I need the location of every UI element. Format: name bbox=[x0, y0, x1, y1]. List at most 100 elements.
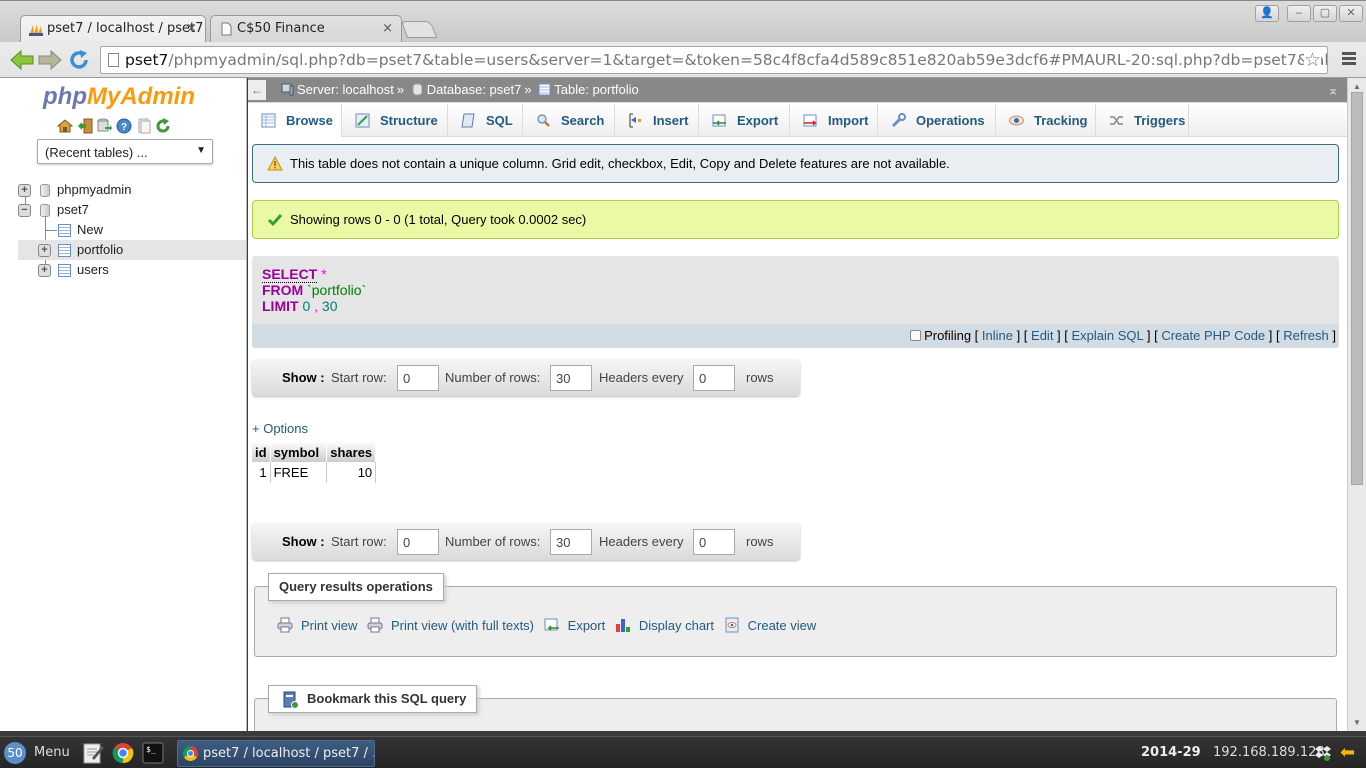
number-of-rows-input[interactable]: 30 bbox=[550, 365, 592, 391]
display-chart-link[interactable]: Display chart bbox=[615, 618, 714, 633]
tab-import[interactable]: Import bbox=[790, 104, 878, 137]
documentation-icon[interactable] bbox=[136, 118, 152, 134]
dropbox-icon[interactable] bbox=[1315, 745, 1331, 761]
clock[interactable]: 2014-29 bbox=[1141, 745, 1201, 760]
print-view-full-texts-link[interactable]: Print view (with full texts) bbox=[367, 617, 534, 633]
collapse-icon[interactable]: − bbox=[18, 204, 31, 217]
headers-every-input[interactable]: 0 bbox=[693, 529, 735, 555]
tab-export[interactable]: Export bbox=[699, 104, 790, 137]
tab-operations[interactable]: Operations bbox=[878, 104, 996, 137]
forward-arrow-icon[interactable] bbox=[38, 49, 62, 71]
reload-navigation-icon[interactable] bbox=[155, 118, 171, 134]
start-button[interactable]: 50 bbox=[4, 742, 26, 764]
nav-icon-row: ? bbox=[56, 118, 171, 136]
scroll-down-arrow-icon[interactable]: ▼ bbox=[1351, 718, 1363, 727]
query-results-operations-legend: Query results operations bbox=[268, 573, 444, 601]
logout-icon[interactable] bbox=[77, 118, 93, 134]
menu-button[interactable]: Menu bbox=[34, 745, 70, 760]
create-view-link[interactable]: Create view bbox=[724, 617, 816, 633]
address-bar[interactable]: pset7/phpmyadmin/sql.php?db=pset7&table=… bbox=[100, 46, 1328, 74]
text-editor-icon[interactable] bbox=[82, 742, 104, 764]
tab-search[interactable]: Search bbox=[523, 104, 615, 137]
tree-item-label[interactable]: portfolio bbox=[77, 240, 123, 260]
refresh-link[interactable]: Refresh bbox=[1283, 328, 1329, 343]
back-arrow-icon[interactable] bbox=[10, 49, 34, 71]
new-tab-button[interactable] bbox=[400, 21, 438, 38]
breadcrumb-database[interactable]: Database: pset7 bbox=[427, 82, 522, 97]
tab-label: Insert bbox=[653, 113, 689, 128]
triggers-icon bbox=[1110, 116, 1123, 125]
maximize-button[interactable]: ▢ bbox=[1313, 5, 1337, 22]
tab-browse[interactable]: Browse bbox=[248, 104, 342, 137]
headers-every-label: Headers every bbox=[599, 370, 684, 385]
browser-toolbar: pset7/phpmyadmin/sql.php?db=pset7&table=… bbox=[0, 42, 1366, 78]
phpmyadmin-logo[interactable]: phpMyAdmin bbox=[43, 83, 195, 111]
tree-item-label[interactable]: pset7 bbox=[57, 200, 89, 220]
collapse-navigation-button[interactable]: ← bbox=[248, 80, 266, 100]
scrollbar-thumb[interactable] bbox=[1351, 92, 1363, 485]
scroll-up-arrow-icon[interactable]: ▲ bbox=[1351, 82, 1363, 91]
number-of-rows-input[interactable]: 30 bbox=[550, 529, 592, 555]
tab-insert[interactable]: Insert bbox=[615, 104, 699, 137]
tree-item-label[interactable]: New bbox=[77, 220, 103, 240]
close-window-button[interactable]: ✕ bbox=[1339, 5, 1363, 22]
profile-button[interactable]: 👤 bbox=[1255, 5, 1279, 22]
tree-item-new-table[interactable]: New bbox=[18, 220, 246, 240]
start-row-input[interactable]: 0 bbox=[397, 529, 439, 555]
column-header-symbol[interactable]: symbol bbox=[270, 441, 328, 462]
chrome-menu-icon[interactable] bbox=[1342, 52, 1356, 67]
terminal-icon[interactable]: $_ bbox=[142, 742, 164, 764]
options-link[interactable]: + Options bbox=[252, 421, 308, 436]
minimize-button[interactable]: – bbox=[1287, 5, 1311, 22]
tree-item-pset7[interactable]: − pset7 bbox=[18, 200, 246, 220]
close-tab-icon[interactable]: × bbox=[382, 21, 393, 36]
home-icon[interactable] bbox=[56, 118, 74, 134]
svg-text:?: ? bbox=[121, 122, 127, 133]
tree-item-portfolio[interactable]: + portfolio bbox=[18, 240, 246, 260]
headers-every-input[interactable]: 0 bbox=[693, 365, 735, 391]
create-php-code-link[interactable]: Create PHP Code bbox=[1161, 328, 1265, 343]
tree-item-label[interactable]: users bbox=[77, 260, 109, 280]
breadcrumb: ← Server: localhost» Database: pset7» Ta… bbox=[248, 78, 1347, 103]
export-link[interactable]: Export bbox=[544, 618, 605, 633]
browser-tab-pma[interactable]: pset7 / localhost / pset7 × bbox=[20, 15, 206, 43]
tab-triggers[interactable]: Triggers bbox=[1096, 104, 1189, 137]
page-scrollbar[interactable]: ▲ ▼ bbox=[1347, 78, 1366, 731]
breadcrumb-table[interactable]: Table: portfolio bbox=[554, 82, 639, 97]
tree-item-phpmyadmin[interactable]: + phpmyadmin bbox=[18, 180, 246, 200]
print-view-link[interactable]: Print view bbox=[277, 617, 357, 633]
profiling-checkbox[interactable] bbox=[910, 330, 922, 341]
tree-item-label[interactable]: phpmyadmin bbox=[57, 180, 131, 200]
column-header-shares[interactable]: shares bbox=[326, 441, 377, 462]
recent-tables-select[interactable]: (Recent tables) ... ▼ bbox=[37, 139, 213, 164]
breadcrumb-server[interactable]: Server: localhost bbox=[297, 82, 394, 97]
recent-tables-value: (Recent tables) ... bbox=[45, 145, 148, 160]
tab-sql[interactable]: SQL bbox=[448, 104, 523, 137]
column-header-id[interactable]: id bbox=[252, 441, 271, 462]
inline-link[interactable]: Inline bbox=[982, 328, 1013, 343]
tree-item-users[interactable]: + users bbox=[18, 260, 246, 280]
browser-tab-finance[interactable]: C$50 Finance × bbox=[210, 15, 402, 43]
tab-tracking[interactable]: Tracking bbox=[996, 104, 1096, 137]
start-row-input[interactable]: 0 bbox=[397, 365, 439, 391]
taskbar-window-chrome[interactable]: pset7 / localhost / pset7 / ... bbox=[177, 740, 375, 767]
sql-code[interactable]: SELECT * FROM `portfolio` LIMIT 0 , 30 bbox=[262, 266, 366, 314]
tab-structure[interactable]: Structure bbox=[342, 104, 448, 137]
browser-tab-strip: pset7 / localhost / pset7 × C$50 Finance… bbox=[0, 0, 1366, 43]
expand-icon[interactable]: + bbox=[38, 264, 51, 277]
reload-icon[interactable] bbox=[67, 49, 91, 71]
collapse-top-icon[interactable]: ⌅ bbox=[1327, 78, 1339, 102]
expand-icon[interactable]: + bbox=[18, 184, 31, 197]
new-table-icon bbox=[58, 224, 71, 237]
close-tab-icon[interactable]: × bbox=[186, 21, 197, 36]
bookmark-star-icon[interactable]: ☆ bbox=[1303, 49, 1321, 71]
chart-icon bbox=[615, 619, 630, 632]
help-icon[interactable]: ? bbox=[116, 118, 132, 134]
navigation-bar-top: Show : Start row: 0 Number of rows: 30 H… bbox=[252, 359, 800, 396]
chrome-icon[interactable] bbox=[112, 742, 134, 764]
sql-query-window-icon[interactable] bbox=[96, 118, 113, 134]
expand-icon[interactable]: + bbox=[38, 244, 51, 257]
explain-sql-link[interactable]: Explain SQL bbox=[1072, 328, 1144, 343]
edit-link[interactable]: Edit bbox=[1031, 328, 1053, 343]
show-desktop-arrow-icon[interactable]: ⬅ bbox=[1340, 742, 1355, 763]
